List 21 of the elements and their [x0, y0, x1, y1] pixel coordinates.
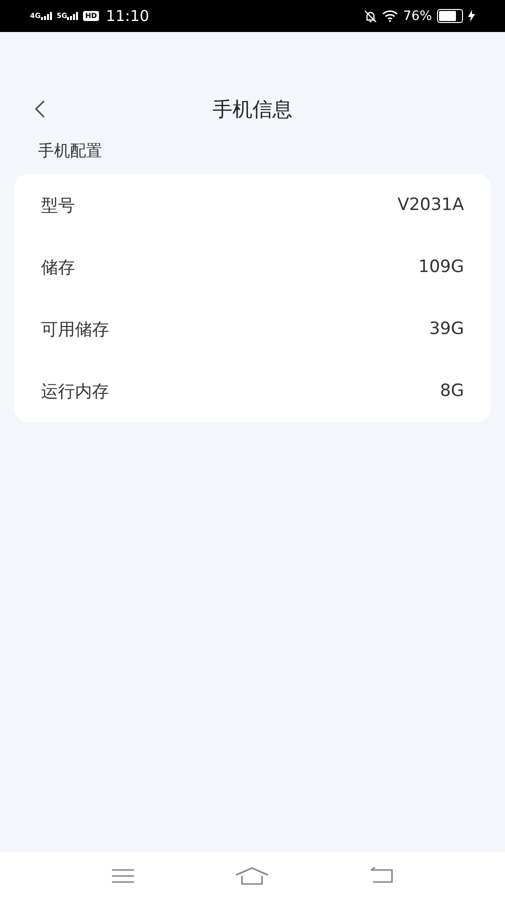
- signal-icon: [67, 12, 78, 20]
- menu-icon[interactable]: [110, 868, 134, 884]
- row-label: 可用储存: [41, 318, 109, 340]
- battery-percent: 76%: [403, 8, 432, 24]
- page-title: 手机信息: [212, 96, 292, 122]
- section-title: 手机配置: [38, 141, 103, 162]
- row-value: 8G: [440, 381, 464, 401]
- clock: 11:10: [106, 7, 150, 25]
- row-value: V2031A: [397, 195, 464, 215]
- battery-icon: [437, 9, 463, 23]
- row-label: 型号: [41, 194, 75, 216]
- row-label: 储存: [41, 256, 75, 278]
- row-label: 运行内存: [41, 380, 109, 402]
- home-icon[interactable]: [234, 866, 268, 884]
- signal-icon: [40, 12, 52, 20]
- wifi-icon: [382, 10, 398, 22]
- back-icon[interactable]: [368, 866, 394, 884]
- row-value: 109G: [418, 257, 464, 277]
- row-value: 39G: [429, 319, 464, 339]
- back-icon[interactable]: [34, 99, 46, 119]
- mute-bell-icon: [364, 10, 378, 22]
